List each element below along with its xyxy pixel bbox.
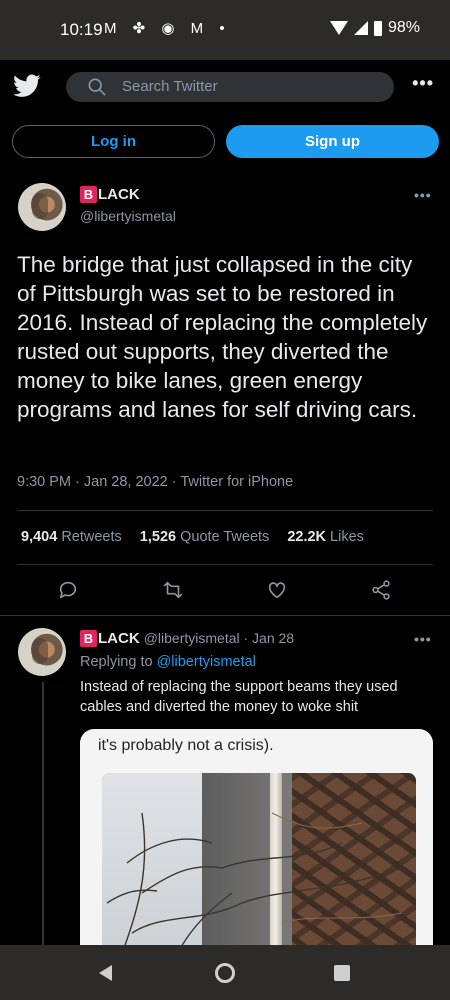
reply-icon[interactable] bbox=[57, 579, 79, 601]
retweet-icon[interactable] bbox=[162, 579, 184, 601]
recents-icon[interactable] bbox=[334, 965, 350, 981]
name-badge: B bbox=[80, 630, 97, 647]
wifi-icon bbox=[329, 21, 348, 35]
reply-author-name: LACK bbox=[98, 630, 140, 647]
top-bar: Search Twitter ••• bbox=[0, 60, 450, 116]
notification-icons: M ✤ ◉ M • bbox=[104, 20, 231, 37]
home-icon[interactable] bbox=[215, 963, 235, 983]
login-button[interactable]: Log in bbox=[12, 125, 215, 158]
search-input[interactable]: Search Twitter bbox=[122, 78, 218, 95]
search-bar[interactable]: Search Twitter bbox=[66, 72, 394, 102]
reply-avatar[interactable] bbox=[18, 628, 66, 676]
author-handle[interactable]: @libertyismetal bbox=[80, 208, 176, 224]
name-badge: B bbox=[80, 186, 97, 203]
battery-percent: 98% bbox=[387, 19, 420, 36]
tweet-text: The bridge that just collapsed in the ci… bbox=[17, 252, 428, 422]
like-icon[interactable] bbox=[266, 579, 288, 601]
divider bbox=[0, 615, 450, 616]
battery-icon bbox=[373, 20, 382, 36]
share-icon[interactable] bbox=[370, 579, 392, 601]
signal-icon bbox=[353, 21, 368, 35]
status-time: 10:19 bbox=[60, 20, 103, 39]
tweet-author[interactable]: B LACK bbox=[80, 186, 140, 204]
author-name: LACK bbox=[98, 186, 140, 203]
avatar[interactable] bbox=[18, 183, 66, 231]
tweet-actions bbox=[0, 576, 450, 606]
reply-handle-date: @libertyismetal · Jan 28 bbox=[143, 630, 295, 646]
reply-text: Instead of replacing the support beams t… bbox=[80, 679, 398, 715]
replying-to-link[interactable]: @libertyismetal bbox=[157, 654, 256, 670]
reply-author[interactable]: B LACK @libertyismetal · Jan 28 bbox=[80, 630, 294, 647]
tweet-meta[interactable]: 9:30 PM · Jan 28, 2022 · Twitter for iPh… bbox=[17, 474, 293, 490]
thread-line bbox=[42, 682, 44, 952]
search-icon bbox=[88, 78, 106, 96]
more-options-icon[interactable]: ••• bbox=[412, 73, 434, 94]
reply-media[interactable]: it's probably not a crisis). bbox=[80, 729, 433, 969]
back-icon[interactable] bbox=[99, 965, 112, 981]
likes-stat[interactable]: 22.2K Likes bbox=[287, 529, 364, 545]
retweets-stat[interactable]: 9,404 Retweets bbox=[21, 529, 122, 545]
tweet-stats: 9,404 Retweets 1,526 Quote Tweets 22.2K Li… bbox=[21, 529, 364, 545]
reply-more-icon[interactable]: ••• bbox=[414, 631, 432, 647]
navigation-bar bbox=[0, 945, 450, 1000]
quotes-stat[interactable]: 1,526 Quote Tweets bbox=[140, 529, 270, 545]
media-caption: it's probably not a crisis). bbox=[98, 737, 274, 754]
replying-to: Replying to @libertyismetal bbox=[80, 654, 256, 670]
signup-button[interactable]: Sign up bbox=[226, 125, 439, 158]
twitter-bird-icon[interactable] bbox=[13, 74, 41, 98]
status-right: 98% bbox=[329, 19, 420, 37]
divider bbox=[17, 510, 433, 511]
divider bbox=[17, 564, 433, 565]
bridge-photo bbox=[102, 773, 416, 969]
status-bar: 10:19 M ✤ ◉ M • 98% bbox=[0, 0, 450, 60]
tweet-more-icon[interactable]: ••• bbox=[414, 187, 432, 203]
